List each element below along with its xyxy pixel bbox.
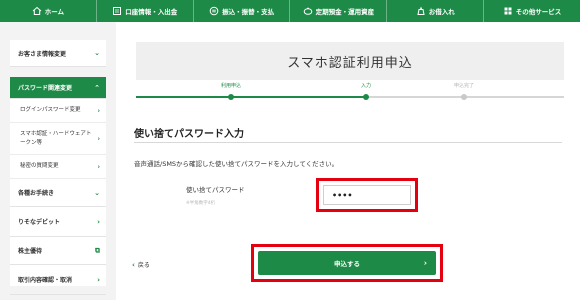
one-time-password-input[interactable] <box>323 185 411 205</box>
sidebar-item-label: 株主優待 <box>18 248 43 255</box>
nav-deposit-label: 定期預金・運用資産 <box>315 8 375 16</box>
step-dot-input <box>363 94 369 100</box>
sidebar-subitem-label: ログインパスワード変更 <box>20 107 81 114</box>
password-hint: ※半角数字4桁 <box>186 201 216 206</box>
nav-loan[interactable]: お借入れ <box>387 0 485 22</box>
progress-line-done <box>136 96 366 98</box>
bankbook-icon <box>113 7 122 15</box>
sidebar-subitem-smartphone-auth[interactable]: スマホ認証・ハードウェアトークン等 › <box>10 123 106 155</box>
nav-deposit[interactable]: 定期預金・運用資産 <box>290 0 388 22</box>
main-panel: スマホ認証利用申込 利用申込 入力 申込完了 使い捨てパスワード入力 音声通話/… <box>116 22 580 300</box>
sidebar-item-transactions[interactable]: 取引内容確認・取消 › <box>10 265 106 295</box>
top-nav: ホーム 口座情報・入出金 振込・振替・支払 定期預金・運用資産 お借入れ その他… <box>0 0 580 22</box>
sidebar-subitem-login-password[interactable]: ログインパスワード変更 › <box>10 99 106 123</box>
chevron-down-icon: ⌄ <box>94 188 100 197</box>
sidebar-item-procedures[interactable]: 各種お手続き ⌄ <box>10 179 106 207</box>
chevron-down-icon: ⌄ <box>94 49 100 57</box>
sidebar-item-shareholder[interactable]: 株主優待 ⧉ <box>10 237 106 265</box>
sidebar-item-debit[interactable]: りそなデビット › <box>10 207 106 237</box>
chevron-right-icon: › <box>97 107 100 114</box>
sidebar-item-label: 取引内容確認・取消 <box>18 277 73 284</box>
nav-transfer[interactable]: 振込・振替・支払 <box>194 0 291 22</box>
submit-button-label: 申込する <box>334 260 360 268</box>
home-icon <box>32 6 42 15</box>
chevron-left-icon: ‹ <box>132 260 135 269</box>
chevron-right-icon: › <box>97 217 100 226</box>
password-highlight-frame <box>316 178 418 212</box>
page-title: スマホ認証利用申込 <box>136 42 564 80</box>
progress-steps: 利用申込 入力 申込完了 <box>136 80 564 120</box>
sidebar-item-label: りそなデビット <box>18 219 61 226</box>
chevron-up-icon: ⌃ <box>94 83 100 92</box>
step-dot-complete <box>461 94 467 100</box>
nav-account-label: 口座情報・入出金 <box>125 8 178 16</box>
instruction-text: 音声通話/SMSから確認した使い捨てパスワードを入力してください。 <box>134 160 339 168</box>
menu-grid-icon <box>504 7 512 15</box>
sidebar-subitem-label: 秘密の質問変更 <box>20 163 59 170</box>
step-label-complete: 申込完了 <box>453 83 475 89</box>
step-label-apply: 利用申込 <box>220 83 242 89</box>
nav-home[interactable]: ホーム <box>0 0 97 22</box>
transfer-icon <box>209 6 219 16</box>
external-link-icon: ⧉ <box>95 246 100 254</box>
sidebar-subitem-secret-question[interactable]: 秘密の質問変更 › <box>10 155 106 179</box>
submit-highlight-frame: 申込する › <box>251 244 443 282</box>
sidebar-item-customer-info[interactable]: お客さま情報変更 ⌄ <box>10 40 106 67</box>
nav-transfer-label: 振込・振替・支払 <box>222 8 275 16</box>
sidebar-item-password[interactable]: パスワード関連変更 ⌃ <box>10 77 106 99</box>
chevron-right-icon: › <box>97 163 100 170</box>
nav-loan-label: お借入れ <box>428 8 455 16</box>
nav-home-label: ホーム <box>44 8 65 16</box>
piggy-bank-icon <box>303 7 312 15</box>
sidebar-item-label: パスワード関連変更 <box>18 85 73 92</box>
chevron-right-icon: › <box>423 258 427 268</box>
chevron-right-icon: › <box>97 275 100 284</box>
step-label-input: 入力 <box>360 83 372 89</box>
submit-button[interactable]: 申込する › <box>258 251 436 275</box>
nav-other[interactable]: その他サービス <box>484 0 580 22</box>
sidebar-gap <box>10 67 106 77</box>
chevron-right-icon: › <box>97 135 100 142</box>
section-heading: 使い捨てパスワード入力 <box>134 129 244 140</box>
loan-icon <box>417 6 425 15</box>
password-label: 使い捨てパスワード <box>186 186 245 194</box>
sidebar-subitem-label: スマホ認証・ハードウェアトークン等 <box>20 131 92 146</box>
sidebar-item-label: 各種お手続き <box>18 190 55 197</box>
nav-other-label: その他サービス <box>515 8 562 16</box>
back-link[interactable]: ‹ 戻る <box>132 260 150 270</box>
sidebar: お客さま情報変更 ⌄ パスワード関連変更 ⌃ ログインパスワード変更 › スマホ… <box>10 40 106 295</box>
step-dot-apply <box>228 94 234 100</box>
divider <box>134 142 562 143</box>
sidebar-item-label: お客さま情報変更 <box>18 50 67 58</box>
nav-account[interactable]: 口座情報・入出金 <box>97 0 194 22</box>
back-link-label: 戻る <box>137 262 150 269</box>
